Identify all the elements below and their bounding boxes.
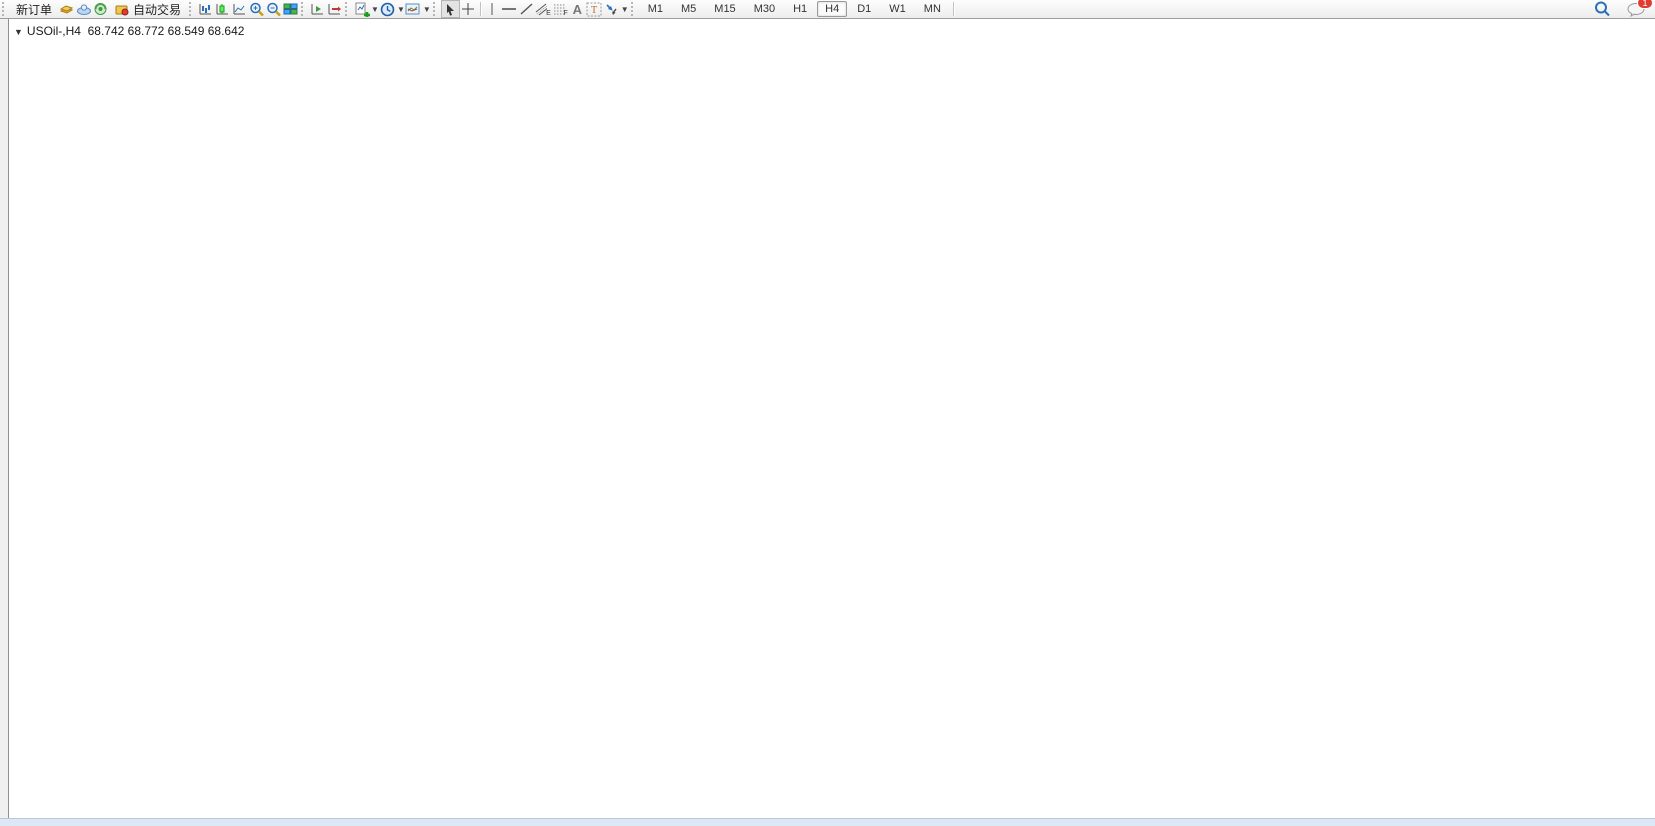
templates-caret-icon[interactable]: ▼ — [423, 5, 431, 14]
publish-icon[interactable] — [75, 1, 92, 17]
notification-badge: 1 — [1637, 0, 1653, 9]
vertical-line-icon[interactable] — [484, 1, 501, 17]
toolbar-grip[interactable] — [631, 2, 637, 16]
cursor-icon[interactable] — [441, 0, 460, 18]
zoom-in-icon[interactable] — [248, 1, 265, 17]
toolbar-grip[interactable] — [2, 2, 8, 16]
signals-icon[interactable] — [92, 1, 109, 17]
timeframe-button-m15[interactable]: M15 — [706, 1, 743, 17]
new-order-button[interactable]: 新订单 — [10, 1, 58, 17]
templates-icon[interactable] — [405, 1, 422, 17]
auto-trading-label: 自动交易 — [133, 1, 181, 18]
line-chart-icon[interactable] — [231, 1, 248, 17]
candlestick-chart-icon[interactable] — [214, 1, 231, 17]
search-icon[interactable] — [1594, 1, 1611, 17]
tile-windows-icon[interactable] — [282, 1, 299, 17]
arrows-caret-icon[interactable]: ▼ — [621, 5, 629, 14]
chart-menu-icon[interactable]: ▼ — [14, 27, 23, 37]
periods-caret-icon[interactable]: ▼ — [397, 5, 405, 14]
ohlc-label: 68.742 68.772 68.549 68.642 — [88, 24, 245, 38]
indicators-icon[interactable] — [353, 1, 370, 17]
market-watch-icon[interactable] — [58, 1, 75, 17]
timeframe-button-d1[interactable]: D1 — [849, 1, 879, 17]
timeframe-button-mn[interactable]: MN — [916, 1, 949, 17]
svg-text:T: T — [591, 5, 597, 16]
arrows-tool-icon[interactable] — [603, 1, 620, 17]
equidistant-channel-icon[interactable]: E — [535, 1, 552, 17]
text-label-tool-icon[interactable]: T — [586, 1, 603, 17]
toolbar-grip[interactable] — [433, 2, 439, 16]
toolbar-grip[interactable] — [301, 2, 307, 16]
indicators-caret-icon[interactable]: ▼ — [371, 5, 379, 14]
bar-chart-icon[interactable] — [197, 1, 214, 17]
chat-icon[interactable]: 1 — [1625, 1, 1647, 17]
trendline-icon[interactable] — [518, 1, 535, 17]
periods-icon[interactable] — [379, 1, 396, 17]
symbol-period-label: USOil-,H4 — [27, 24, 81, 38]
chart-title: ▼ USOil-,H4 68.742 68.772 68.549 68.642 — [14, 24, 244, 38]
toolbar-separator — [480, 2, 481, 16]
timeframe-button-m30[interactable]: M30 — [746, 1, 783, 17]
timeframe-button-m1[interactable]: M1 — [640, 1, 671, 17]
chart-shift-icon[interactable] — [326, 1, 343, 17]
timeframe-button-m5[interactable]: M5 — [673, 1, 704, 17]
timeframe-button-h4[interactable]: H4 — [817, 1, 847, 17]
toolbar-separator — [953, 2, 954, 16]
horizontal-line-icon[interactable] — [501, 1, 518, 17]
toolbar-grip[interactable] — [345, 2, 351, 16]
zoom-out-icon[interactable] — [265, 1, 282, 17]
text-tool-icon[interactable]: A — [569, 1, 586, 17]
crosshair-icon[interactable] — [460, 1, 477, 17]
auto-scroll-icon[interactable] — [309, 1, 326, 17]
fibonacci-icon[interactable]: F — [552, 1, 569, 17]
timeframe-button-w1[interactable]: W1 — [881, 1, 914, 17]
timeframe-group: M1M5M15M30H1H4D1W1MN — [639, 1, 950, 17]
auto-trading-button[interactable]: 自动交易 — [109, 1, 187, 17]
toolbar: 新订单 自动交易 ▼ ▼ ▼ — [0, 0, 1655, 19]
timeframe-button-h1[interactable]: H1 — [785, 1, 815, 17]
toolbar-grip[interactable] — [189, 2, 195, 16]
chart-canvas[interactable] — [0, 19, 1655, 825]
